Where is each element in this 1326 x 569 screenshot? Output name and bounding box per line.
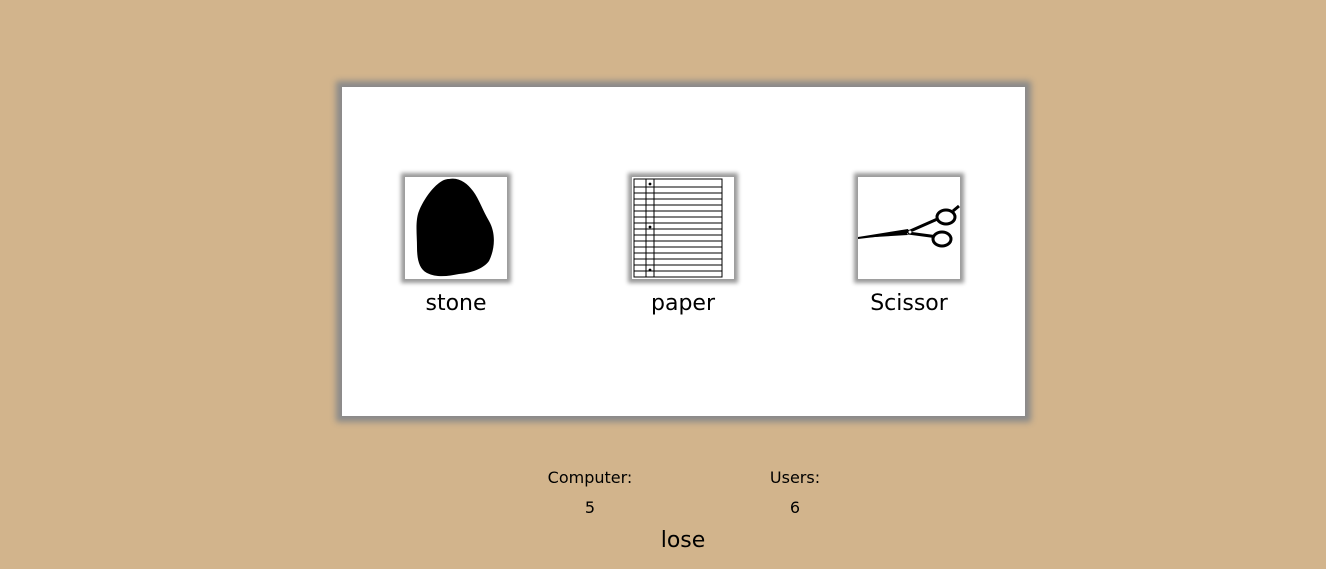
stone-thumbnail[interactable] <box>405 177 507 279</box>
computer-score-value: 5 <box>584 498 596 517</box>
paper-icon <box>633 178 723 278</box>
stone-icon <box>416 178 494 277</box>
choice-scissor[interactable]: Scissor <box>839 177 979 317</box>
round-result: lose <box>660 528 706 553</box>
paper-thumbnail[interactable] <box>632 177 734 279</box>
computer-score-label: Computer: <box>547 468 633 487</box>
game-board: stone paper Scissor <box>342 87 1025 416</box>
scissor-thumbnail[interactable] <box>858 177 960 279</box>
choice-stone[interactable]: stone <box>386 177 526 317</box>
users-score-value: 6 <box>789 498 801 517</box>
choice-label-paper: paper <box>651 291 715 316</box>
choice-label-scissor: Scissor <box>870 291 948 316</box>
choice-label-stone: stone <box>425 291 487 316</box>
choice-paper[interactable]: paper <box>613 177 753 317</box>
scissor-icon <box>858 204 960 248</box>
users-score-label: Users: <box>769 468 821 487</box>
